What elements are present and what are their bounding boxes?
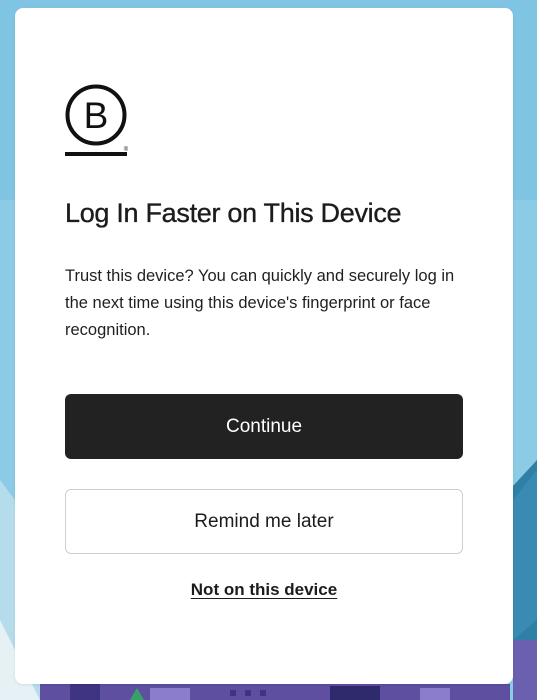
dialog-description: Trust this device? You can quickly and s… [65, 267, 455, 339]
remind-later-button[interactable]: Remind me later [65, 489, 463, 554]
not-on-this-device-link[interactable]: Not on this device [65, 580, 463, 600]
continue-button[interactable]: Continue [65, 394, 463, 459]
b-corp-logo-icon: B ® [65, 84, 129, 156]
registered-mark: ® [124, 146, 129, 153]
logo-letter: B [84, 95, 109, 136]
login-dialog: B ® Log In Faster on This Device Trust t… [15, 8, 513, 684]
dialog-title: Log In Faster on This Device [65, 198, 402, 228]
